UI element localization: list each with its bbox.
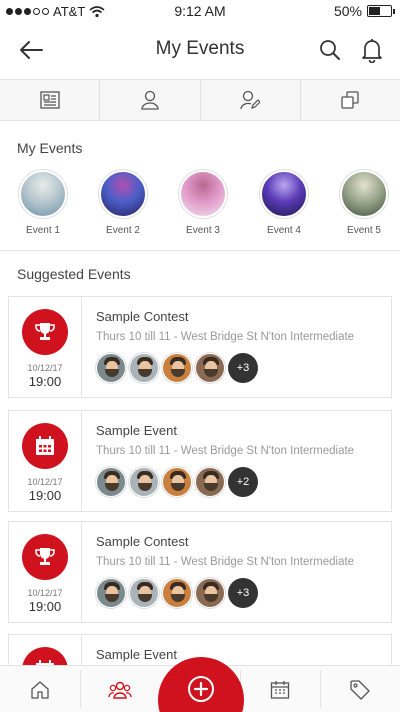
calendar-icon xyxy=(270,680,290,699)
attendee-avatars: +3 xyxy=(96,353,258,383)
avatar[interactable] xyxy=(162,467,192,497)
my-event-item[interactable]: Event 4 xyxy=(244,170,324,236)
avatar[interactable] xyxy=(129,578,159,608)
bell-icon xyxy=(362,39,382,64)
trophy-icon xyxy=(35,323,55,340)
event-title: Sample Event xyxy=(96,647,177,662)
more-attendees-badge[interactable]: +3 xyxy=(228,353,258,383)
section-divider xyxy=(0,250,400,251)
event-label: Event 4 xyxy=(267,225,301,236)
avatar[interactable] xyxy=(195,467,225,497)
nav-calendar[interactable] xyxy=(240,666,320,712)
event-label: Event 5 xyxy=(347,225,381,236)
event-label: Event 1 xyxy=(26,225,60,236)
event-card[interactable]: 10/12/17 19:00 Sample Event Thurs 10 til… xyxy=(8,410,392,512)
attendee-avatars: +3 xyxy=(96,578,258,608)
tab-edit-profile[interactable] xyxy=(201,80,301,120)
search-icon xyxy=(320,40,340,60)
my-event-item[interactable]: Event 2 xyxy=(83,170,163,236)
event-type-badge xyxy=(22,423,68,469)
event-label: Event 3 xyxy=(186,225,220,236)
my-events-heading: My Events xyxy=(17,140,83,156)
search-button[interactable] xyxy=(318,38,342,62)
tab-news[interactable] xyxy=(0,80,101,120)
newspaper-icon xyxy=(39,91,60,109)
event-thumbnail xyxy=(260,170,308,218)
avatar[interactable] xyxy=(96,467,126,497)
avatar[interactable] xyxy=(195,353,225,383)
event-date: 10/12/17 xyxy=(27,477,63,487)
event-details: Thurs 10 till 11 - West Bridge St N'ton … xyxy=(96,556,355,568)
nav-groups[interactable] xyxy=(80,666,160,712)
event-date: 10/12/17 xyxy=(27,588,63,598)
event-type-badge xyxy=(22,309,68,355)
event-thumbnail xyxy=(340,170,388,218)
event-label: Event 2 xyxy=(106,225,140,236)
nav-tags[interactable] xyxy=(320,666,400,712)
avatar[interactable] xyxy=(195,578,225,608)
cards-icon xyxy=(341,91,360,109)
tab-profile[interactable] xyxy=(100,80,201,120)
group-icon xyxy=(108,681,132,699)
tab-cards[interactable] xyxy=(301,80,400,120)
event-thumbnail xyxy=(179,170,227,218)
notifications-button[interactable] xyxy=(360,37,384,64)
attendee-avatars: +2 xyxy=(96,467,258,497)
trophy-icon xyxy=(35,548,55,565)
section-tabs xyxy=(0,79,400,121)
avatar[interactable] xyxy=(129,467,159,497)
event-thumbnail xyxy=(19,170,67,218)
event-card[interactable]: 10/12/17 19:00 Sample Contest Thurs 10 t… xyxy=(8,521,392,623)
avatar[interactable] xyxy=(96,578,126,608)
event-thumbnail xyxy=(99,170,147,218)
event-details: Thurs 10 till 11 - West Bridge St N'ton … xyxy=(96,445,355,457)
event-time: 19:00 xyxy=(28,599,62,614)
home-icon xyxy=(31,680,49,699)
card-date-block: 10/12/17 19:00 xyxy=(9,297,82,397)
tag-icon xyxy=(350,679,370,700)
card-date-block: 10/12/17 19:00 xyxy=(9,411,82,511)
event-card[interactable]: 10/12/17 19:00 Sample Contest Thurs 10 t… xyxy=(8,296,392,398)
person-edit-icon xyxy=(240,90,261,110)
suggested-events-heading: Suggested Events xyxy=(17,266,131,282)
calendar-icon xyxy=(36,436,54,455)
card-date-block: 10/12/17 19:00 xyxy=(9,522,82,622)
event-title: Sample Contest xyxy=(96,534,189,549)
more-attendees-badge[interactable]: +2 xyxy=(228,467,258,497)
my-event-item[interactable]: Event 1 xyxy=(3,170,83,236)
avatar[interactable] xyxy=(129,353,159,383)
status-bar: AT&T 9:12 AM 50% xyxy=(0,0,400,22)
avatar[interactable] xyxy=(162,578,192,608)
event-time: 19:00 xyxy=(28,374,62,389)
event-type-badge xyxy=(22,534,68,580)
more-attendees-badge[interactable]: +3 xyxy=(228,578,258,608)
event-title: Sample Contest xyxy=(96,309,189,324)
battery-status: 50% xyxy=(333,3,395,19)
battery-icon xyxy=(367,5,395,17)
event-time: 19:00 xyxy=(28,488,62,503)
event-details: Thurs 10 till 11 - West Bridge St N'ton … xyxy=(96,331,355,343)
add-icon xyxy=(188,676,214,702)
my-events-strip: Event 1 Event 2 Event 3 Event 4 Event 5 xyxy=(0,170,400,240)
person-icon xyxy=(141,90,159,110)
nav-home[interactable] xyxy=(0,666,80,712)
event-date: 10/12/17 xyxy=(27,363,63,373)
my-event-item[interactable]: Event 5 xyxy=(324,170,400,236)
battery-percent: 50% xyxy=(333,3,362,19)
app-header: My Events xyxy=(0,22,400,78)
event-title: Sample Event xyxy=(96,423,177,438)
my-event-item[interactable]: Event 3 xyxy=(163,170,243,236)
avatar[interactable] xyxy=(162,353,192,383)
avatar[interactable] xyxy=(96,353,126,383)
